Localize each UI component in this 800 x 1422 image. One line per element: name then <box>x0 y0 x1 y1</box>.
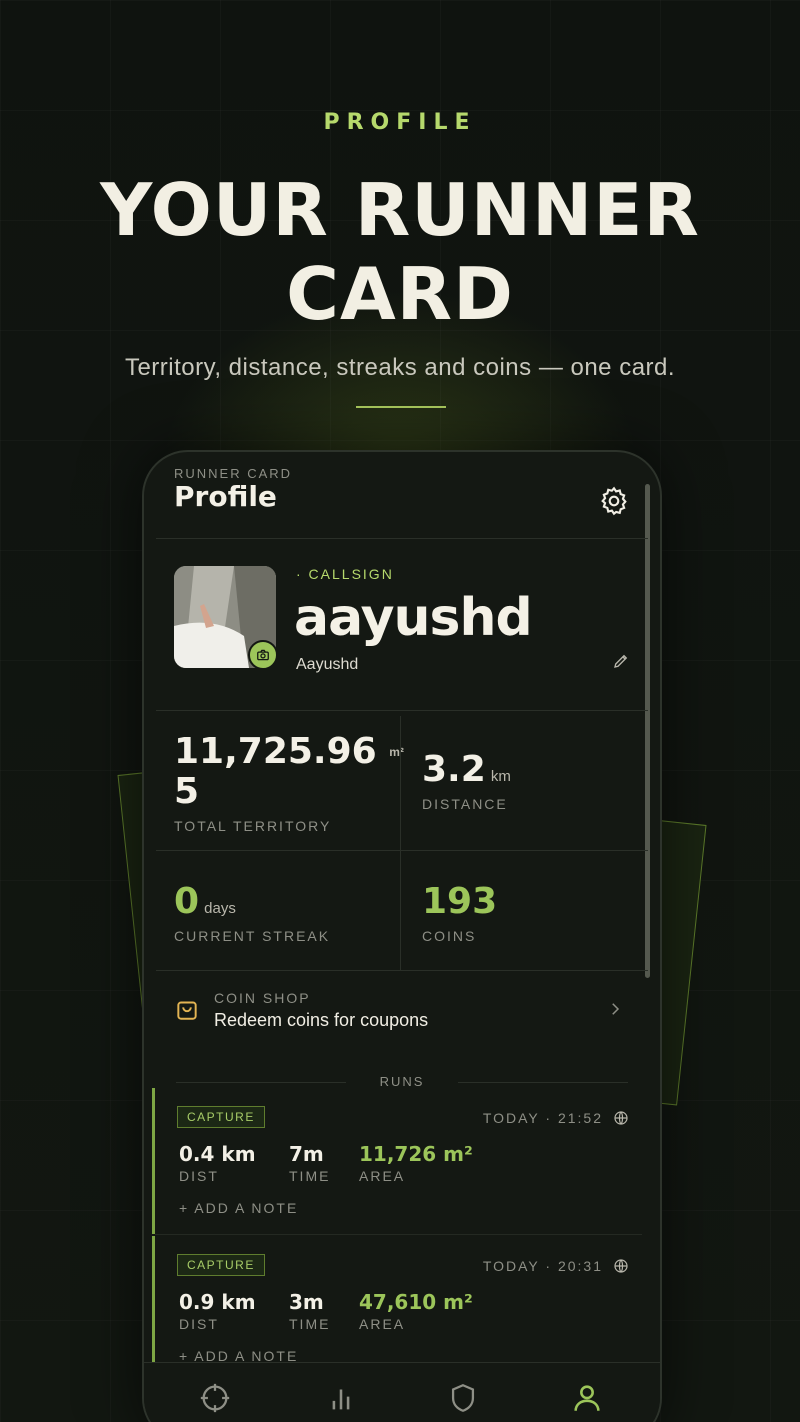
run-metric-time: 3m TIME <box>289 1290 330 1332</box>
run-dist-value: 0.9 km <box>179 1290 256 1314</box>
distance-value: 3.2 <box>422 749 486 790</box>
phone-mockup: RUNNER CARD Profile · CALLSIGN aayushd A… <box>142 450 662 1422</box>
distance-unit: km <box>490 768 511 785</box>
streak-value: 0 <box>174 881 200 922</box>
hero-headline-line1: YOUR RUNNER <box>100 168 700 252</box>
run-metric-time: 7m TIME <box>289 1142 330 1184</box>
coin-shop-text: Redeem coins for coupons <box>214 1010 429 1030</box>
streak-unit: days <box>204 900 236 917</box>
callsign-label: · CALLSIGN <box>296 566 394 582</box>
page: PROFILE YOUR RUNNER CARD Territory, dist… <box>0 0 800 1422</box>
identity-divider <box>156 710 648 711</box>
user-icon[interactable] <box>570 1381 604 1415</box>
distance-label: DISTANCE <box>422 796 508 812</box>
callsign-handle: aayushd <box>294 588 533 648</box>
stats-row-divider <box>156 850 648 851</box>
pencil-icon[interactable] <box>612 652 632 672</box>
run-card[interactable]: CAPTURE TODAY · 20:31 0.9 km DIST 3m TIM… <box>152 1236 645 1382</box>
page-title: Profile <box>174 480 277 513</box>
run-area-value: 11,726 m² <box>359 1142 473 1166</box>
shield-icon[interactable] <box>446 1381 480 1415</box>
run-dist-label: DIST <box>179 1316 219 1332</box>
run-metric-dist: 0.9 km DIST <box>179 1290 256 1332</box>
stats-bottom-divider <box>156 970 648 971</box>
stats-vertical-divider <box>400 716 401 970</box>
run-time-text: TODAY · 20:31 <box>482 1258 603 1274</box>
bottom-nav <box>144 1362 660 1422</box>
hero-headline: YOUR RUNNER CARD <box>0 168 800 336</box>
coin-shop-label: COIN SHOP <box>214 990 311 1006</box>
stat-total-territory: 11,725.96 m² 5 TOTAL TERRITORY <box>174 732 404 835</box>
run-separator <box>155 1234 642 1235</box>
scrollbar[interactable] <box>645 484 650 978</box>
territory-value-line2: 5 <box>174 771 200 812</box>
coins-value: 193 <box>422 881 498 922</box>
streak-label: CURRENT STREAK <box>174 928 331 944</box>
stat-current-streak: 0 days CURRENT STREAK <box>174 881 331 945</box>
run-timestamp: TODAY · 21:52 <box>483 1110 629 1126</box>
coins-label: COINS <box>422 928 477 944</box>
hero-eyebrow: PROFILE <box>323 110 477 135</box>
bar-chart-icon[interactable] <box>324 1381 358 1415</box>
display-name: Aayushd <box>296 656 359 673</box>
run-time-text: TODAY · 21:52 <box>482 1110 603 1126</box>
hero-divider <box>356 406 446 408</box>
run-area-label: AREA <box>359 1168 406 1184</box>
hero-headline-line2: CARD <box>286 252 514 336</box>
run-dist-value: 0.4 km <box>179 1142 256 1166</box>
run-tag: CAPTURE <box>177 1106 265 1128</box>
shopping-bag-icon <box>174 996 200 1022</box>
globe-icon[interactable] <box>613 1110 629 1126</box>
coin-shop-row[interactable]: COIN SHOP Redeem coins for coupons <box>174 986 630 1050</box>
run-dist-label: DIST <box>179 1168 219 1184</box>
run-timestamp: TODAY · 20:31 <box>483 1258 629 1274</box>
camera-icon[interactable] <box>248 640 278 670</box>
hero-subtitle: Territory, distance, streaks and coins —… <box>124 354 676 381</box>
run-metric-dist: 0.4 km DIST <box>179 1142 256 1184</box>
territory-value: 11,725.96 m² 5 <box>174 732 404 812</box>
run-time-value: 3m <box>289 1290 324 1314</box>
run-metric-area: 47,610 m² AREA <box>359 1290 473 1332</box>
gear-icon[interactable] <box>598 485 630 517</box>
run-time-label: TIME <box>289 1168 331 1184</box>
run-tag: CAPTURE <box>177 1254 265 1276</box>
stat-distance: 3.2 km DISTANCE <box>422 749 511 813</box>
runs-divider-right <box>458 1082 628 1083</box>
chevron-right-icon <box>606 1000 624 1018</box>
territory-unit: m² <box>389 745 404 759</box>
run-time-label: TIME <box>289 1316 331 1332</box>
header-eyebrow: RUNNER CARD <box>174 466 293 481</box>
territory-value-line1: 11,725.96 <box>174 731 377 772</box>
run-metric-area: 11,726 m² AREA <box>359 1142 473 1184</box>
globe-icon[interactable] <box>613 1258 629 1274</box>
add-note-button[interactable]: + ADD A NOTE <box>179 1200 298 1216</box>
stat-coins: 193 COINS <box>422 881 498 945</box>
territory-label: TOTAL TERRITORY <box>174 818 332 834</box>
run-card[interactable]: CAPTURE TODAY · 21:52 0.4 km DIST 7m TIM… <box>152 1088 645 1234</box>
crosshair-icon[interactable] <box>198 1381 232 1415</box>
header-divider <box>156 538 648 539</box>
run-time-value: 7m <box>289 1142 324 1166</box>
run-area-value: 47,610 m² <box>359 1290 473 1314</box>
run-area-label: AREA <box>359 1316 406 1332</box>
